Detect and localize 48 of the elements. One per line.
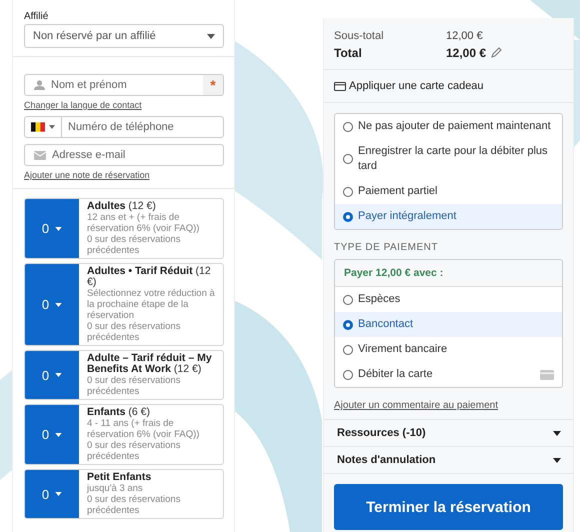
quantity-select[interactable]: 0 — [25, 470, 79, 518]
phone-field[interactable]: Numéro de téléphone — [24, 116, 224, 138]
summary-label: Total — [334, 46, 363, 60]
name-input[interactable]: Nom et prénom — [45, 79, 203, 91]
payment-option[interactable]: Enregistrer la carte pour la débiter plus tard — [335, 139, 562, 179]
ticket-title: Adulte – Tarif réduit – My Benefits At Work (12 €) — [87, 353, 213, 375]
section-heading: TYPE DE PAIEMENT — [334, 242, 439, 253]
quantity-select[interactable]: 0 — [25, 264, 79, 345]
payment-option[interactable]: Ne pas ajouter de paiement maintenant — [335, 114, 562, 139]
email-input[interactable]: Adresse e-mail — [46, 149, 223, 161]
phone-input[interactable]: Numéro de téléphone — [62, 121, 223, 133]
affiliate-select[interactable]: Non réservé par un affilié — [24, 24, 224, 48]
summary-value: 12,00 € — [446, 30, 483, 42]
payment-option[interactable]: Payer intégralement — [335, 204, 562, 229]
accordion-header[interactable]: Ressources (-10) — [324, 419, 573, 446]
payment-method[interactable]: Virement bancaire — [335, 337, 562, 362]
payment-method[interactable]: Débiter la carte — [335, 362, 562, 387]
ticket-description: 0 sur des réservations précédentes — [87, 234, 182, 256]
ticket-title: Adultes (12 €) — [87, 201, 157, 212]
ticket-description: 0 sur des réservations précédentes — [87, 440, 182, 462]
ticket-description: 0 sur des réservations précédentes — [87, 494, 182, 516]
ticket-description: Sélectionnez votre réduction à la prochaine étape de la réservation — [87, 288, 216, 321]
gift-card-button[interactable]: Appliquer une carte cadeau — [324, 70, 573, 103]
ticket-title: Enfants (6 €) — [87, 407, 152, 418]
ticket-description: jusqu'à 3 ans — [87, 483, 144, 494]
accordion-header[interactable]: Notes d'annulation — [324, 446, 573, 473]
required-mark: * — [203, 75, 223, 95]
ticket-description: 4 - 11 ans (+ frais de réservation 6% (voir FAQ)) — [87, 418, 200, 440]
payment-option[interactable]: Paiement partiel — [335, 179, 562, 204]
payment-method[interactable]: Bancontact — [335, 312, 562, 337]
quantity-select[interactable]: 0 — [25, 405, 79, 464]
summary-label: Sous-total — [334, 30, 385, 42]
note-link[interactable]: Ajouter une note de réservation — [24, 170, 224, 180]
ticket-description: 12 ans et + (+ frais de réservation 6% (voir FAQ)) — [87, 212, 200, 234]
field-label: Affilié — [24, 11, 50, 22]
ticket-description: 0 sur des réservations précédentes — [87, 375, 182, 397]
language-link[interactable]: Changer la langue de contact — [24, 100, 224, 110]
payment-method[interactable]: Espèces — [335, 287, 562, 312]
comment-link[interactable]: Ajouter un commentaire au paiement — [334, 400, 563, 411]
submit-button[interactable]: Terminer la réservation — [334, 484, 563, 530]
summary-value: 12,00 € — [446, 46, 486, 60]
ticket-title: Petit Enfants — [87, 472, 152, 483]
ticket-title: Adultes • Tarif Réduit (12 €) — [87, 266, 212, 288]
email-field[interactable]: Adresse e-mail — [24, 144, 224, 166]
payment-prompt: Payer 12,00 € avec : — [335, 260, 562, 287]
ticket-description: 0 sur des réservations précédentes — [87, 321, 182, 343]
quantity-select[interactable]: 0 — [25, 199, 79, 258]
quantity-select[interactable]: 0 — [25, 351, 79, 399]
